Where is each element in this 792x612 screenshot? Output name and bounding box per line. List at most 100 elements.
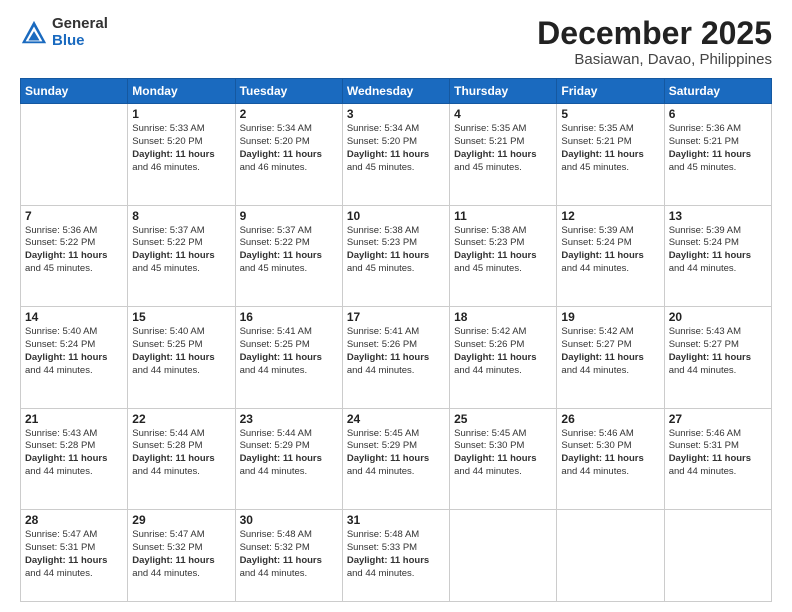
day-info: Sunrise: 5:47 AMSunset: 5:31 PMDaylight:… <box>25 529 123 580</box>
day-info: Sunrise: 5:42 AMSunset: 5:26 PMDaylight:… <box>454 326 552 377</box>
logo-general-label: General <box>52 16 108 33</box>
table-row: 17 Sunrise: 5:41 AMSunset: 5:26 PMDayligh… <box>342 307 449 408</box>
day-number: 24 <box>347 412 445 426</box>
table-row: 24Sunrise: 5:45 AMSunset: 5:29 PMDayligh… <box>342 408 449 509</box>
table-row: 22Sunrise: 5:44 AMSunset: 5:28 PMDayligh… <box>128 408 235 509</box>
day-info: Sunrise: 5:37 AMSunset: 5:22 PMDaylight:… <box>240 225 338 276</box>
day-number: 23 <box>240 412 338 426</box>
table-row: 25 Sunrise: 5:45 AMSunset: 5:30 PMDayligh… <box>450 408 557 509</box>
day-info: Sunrise: 5:43 AMSunset: 5:28 PMDaylight:… <box>25 428 123 479</box>
table-row: 12 Sunrise: 5:39 AMSunset: 5:24 PMDayligh… <box>557 205 664 306</box>
day-number: 1 <box>132 107 230 121</box>
table-row: 27 Sunrise: 5:46 AMSunset: 5:31 PMDayligh… <box>664 408 771 509</box>
col-saturday: Saturday <box>664 79 771 104</box>
day-number: 12 <box>561 209 659 223</box>
day-number: 3 <box>347 107 445 121</box>
table-row: 28 Sunrise: 5:47 AMSunset: 5:31 PMDayligh… <box>21 510 128 602</box>
day-info: Sunrise: 5:41 AMSunset: 5:25 PMDaylight:… <box>240 326 338 377</box>
day-info: Sunrise: 5:39 AMSunset: 5:24 PMDaylight:… <box>669 225 767 276</box>
day-number: 13 <box>669 209 767 223</box>
day-info: Sunrise: 5:34 AMSunset: 5:20 PMDaylight:… <box>240 123 338 174</box>
page: General Blue December 2025 Basiawan, Dav… <box>0 0 792 612</box>
table-row: 14 Sunrise: 5:40 AMSunset: 5:24 PMDayligh… <box>21 307 128 408</box>
day-info: Sunrise: 5:43 AMSunset: 5:27 PMDaylight:… <box>669 326 767 377</box>
table-row: 29 Sunrise: 5:47 AMSunset: 5:32 PMDayligh… <box>128 510 235 602</box>
col-wednesday: Wednesday <box>342 79 449 104</box>
logo-blue-label: Blue <box>52 33 108 50</box>
table-row: 18 Sunrise: 5:42 AMSunset: 5:26 PMDayligh… <box>450 307 557 408</box>
table-row: 2 Sunrise: 5:34 AMSunset: 5:20 PMDaylight… <box>235 104 342 205</box>
table-row: 1Sunrise: 5:33 AMSunset: 5:20 PMDaylight… <box>128 104 235 205</box>
calendar-subtitle: Basiawan, Davao, Philippines <box>537 51 772 68</box>
table-row <box>557 510 664 602</box>
table-row: 26 Sunrise: 5:46 AMSunset: 5:30 PMDayligh… <box>557 408 664 509</box>
table-row: 21Sunrise: 5:43 AMSunset: 5:28 PMDayligh… <box>21 408 128 509</box>
title-block: December 2025 Basiawan, Davao, Philippin… <box>537 16 772 68</box>
day-number: 31 <box>347 513 445 527</box>
day-info: Sunrise: 5:45 AMSunset: 5:30 PMDaylight:… <box>454 428 552 479</box>
day-number: 14 <box>25 310 123 324</box>
day-number: 19 <box>561 310 659 324</box>
day-info: Sunrise: 5:37 AMSunset: 5:22 PMDaylight:… <box>132 225 230 276</box>
day-number: 4 <box>454 107 552 121</box>
day-info: Sunrise: 5:44 AMSunset: 5:29 PMDaylight:… <box>240 428 338 479</box>
header: General Blue December 2025 Basiawan, Dav… <box>20 16 772 68</box>
table-row: 31 Sunrise: 5:48 AMSunset: 5:33 PMDayligh… <box>342 510 449 602</box>
logo: General Blue <box>20 16 108 49</box>
day-number: 20 <box>669 310 767 324</box>
logo-icon <box>20 19 48 47</box>
day-number: 6 <box>669 107 767 121</box>
table-row: 5 Sunrise: 5:35 AMSunset: 5:21 PMDaylight… <box>557 104 664 205</box>
table-row: 19Sunrise: 5:42 AMSunset: 5:27 PMDayligh… <box>557 307 664 408</box>
day-number: 7 <box>25 209 123 223</box>
day-info: Sunrise: 5:35 AMSunset: 5:21 PMDaylight:… <box>561 123 659 174</box>
day-number: 5 <box>561 107 659 121</box>
day-info: Sunrise: 5:48 AMSunset: 5:33 PMDaylight:… <box>347 529 445 580</box>
day-number: 27 <box>669 412 767 426</box>
day-info: Sunrise: 5:36 AMSunset: 5:21 PMDaylight:… <box>669 123 767 174</box>
day-number: 15 <box>132 310 230 324</box>
day-info: Sunrise: 5:41 AMSunset: 5:26 PMDaylight:… <box>347 326 445 377</box>
day-info: Sunrise: 5:40 AMSunset: 5:24 PMDaylight:… <box>25 326 123 377</box>
table-row: 15 Sunrise: 5:40 AMSunset: 5:25 PMDayligh… <box>128 307 235 408</box>
table-row: 11Sunrise: 5:38 AMSunset: 5:23 PMDayligh… <box>450 205 557 306</box>
day-info: Sunrise: 5:39 AMSunset: 5:24 PMDaylight:… <box>561 225 659 276</box>
table-row <box>21 104 128 205</box>
table-row: 16Sunrise: 5:41 AMSunset: 5:25 PMDayligh… <box>235 307 342 408</box>
table-row: 8 Sunrise: 5:37 AMSunset: 5:22 PMDaylight… <box>128 205 235 306</box>
day-number: 8 <box>132 209 230 223</box>
day-number: 25 <box>454 412 552 426</box>
day-number: 2 <box>240 107 338 121</box>
calendar-table: Sunday Monday Tuesday Wednesday Thursday… <box>20 78 772 602</box>
day-info: Sunrise: 5:47 AMSunset: 5:32 PMDaylight:… <box>132 529 230 580</box>
day-info: Sunrise: 5:46 AMSunset: 5:31 PMDaylight:… <box>669 428 767 479</box>
table-row <box>450 510 557 602</box>
day-number: 30 <box>240 513 338 527</box>
day-number: 26 <box>561 412 659 426</box>
logo-text: General Blue <box>52 16 108 49</box>
day-info: Sunrise: 5:34 AMSunset: 5:20 PMDaylight:… <box>347 123 445 174</box>
table-row: 30 Sunrise: 5:48 AMSunset: 5:32 PMDayligh… <box>235 510 342 602</box>
day-number: 17 <box>347 310 445 324</box>
day-info: Sunrise: 5:48 AMSunset: 5:32 PMDaylight:… <box>240 529 338 580</box>
day-info: Sunrise: 5:38 AMSunset: 5:23 PMDaylight:… <box>347 225 445 276</box>
day-number: 29 <box>132 513 230 527</box>
table-row: 23 Sunrise: 5:44 AMSunset: 5:29 PMDayligh… <box>235 408 342 509</box>
calendar-title: December 2025 <box>537 16 772 51</box>
col-sunday: Sunday <box>21 79 128 104</box>
day-number: 28 <box>25 513 123 527</box>
day-info: Sunrise: 5:38 AMSunset: 5:23 PMDaylight:… <box>454 225 552 276</box>
day-info: Sunrise: 5:46 AMSunset: 5:30 PMDaylight:… <box>561 428 659 479</box>
table-row: 9Sunrise: 5:37 AMSunset: 5:22 PMDaylight… <box>235 205 342 306</box>
day-number: 22 <box>132 412 230 426</box>
col-friday: Friday <box>557 79 664 104</box>
day-number: 18 <box>454 310 552 324</box>
table-row: 6 Sunrise: 5:36 AMSunset: 5:21 PMDaylight… <box>664 104 771 205</box>
day-info: Sunrise: 5:35 AMSunset: 5:21 PMDaylight:… <box>454 123 552 174</box>
table-row: 10Sunrise: 5:38 AMSunset: 5:23 PMDayligh… <box>342 205 449 306</box>
table-row: 20 Sunrise: 5:43 AMSunset: 5:27 PMDayligh… <box>664 307 771 408</box>
table-row: 3 Sunrise: 5:34 AMSunset: 5:20 PMDaylight… <box>342 104 449 205</box>
col-monday: Monday <box>128 79 235 104</box>
table-row: 7Sunrise: 5:36 AMSunset: 5:22 PMDaylight… <box>21 205 128 306</box>
day-info: Sunrise: 5:40 AMSunset: 5:25 PMDaylight:… <box>132 326 230 377</box>
